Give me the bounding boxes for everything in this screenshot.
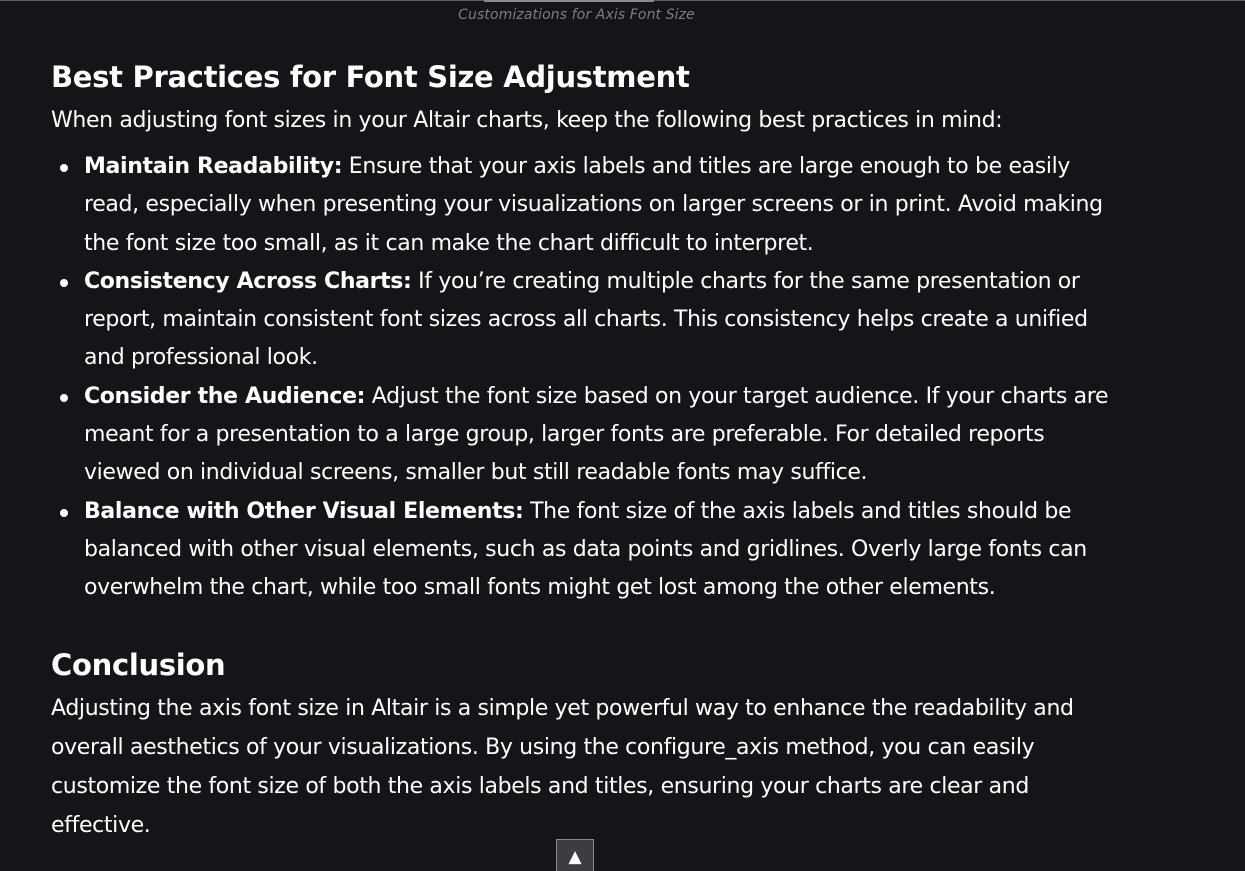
bullet-icon	[60, 164, 68, 172]
back-to-top-button[interactable]: ▲	[556, 839, 594, 871]
list-item-consistency-across-charts: Consistency Across Charts: If you’re cre…	[60, 263, 1111, 378]
list-item-term: Consider the Audience:	[84, 383, 366, 409]
list-item-term: Consistency Across Charts:	[84, 268, 412, 294]
list-item-balance-with-other-elements: Balance with Other Visual Elements: The …	[60, 493, 1111, 608]
best-practices-section: Best Practices for Font Size Adjustment …	[51, 56, 1111, 608]
image-bottom-edge	[484, 0, 654, 2]
best-practices-intro: When adjusting font sizes in your Altair…	[51, 108, 1003, 133]
bullet-icon	[60, 508, 68, 517]
list-item-maintain-readability: Maintain Readability: Ensure that your a…	[60, 148, 1111, 263]
list-item-term: Maintain Readability:	[84, 154, 343, 179]
list-item-term: Balance with Other Visual Elements:	[84, 498, 524, 524]
figure-caption: Customizations for Axis Font Size	[458, 7, 695, 23]
list-item-consider-the-audience: Consider the Audience: Adjust the font s…	[60, 378, 1111, 493]
conclusion-text: Adjusting the axis font size in Altair i…	[51, 695, 1074, 838]
best-practices-list: Maintain Readability: Ensure that your a…	[51, 148, 1111, 608]
bullet-icon	[60, 278, 68, 287]
best-practices-heading: Best Practices for Font Size Adjustment	[51, 60, 690, 94]
bullet-icon	[60, 393, 68, 402]
article-body: Best Practices for Font Size Adjustment …	[51, 56, 1111, 845]
conclusion-section: Conclusion Adjusting the axis font size …	[51, 644, 1111, 845]
conclusion-heading: Conclusion	[51, 647, 226, 682]
triangle-up-icon: ▲	[568, 847, 582, 867]
